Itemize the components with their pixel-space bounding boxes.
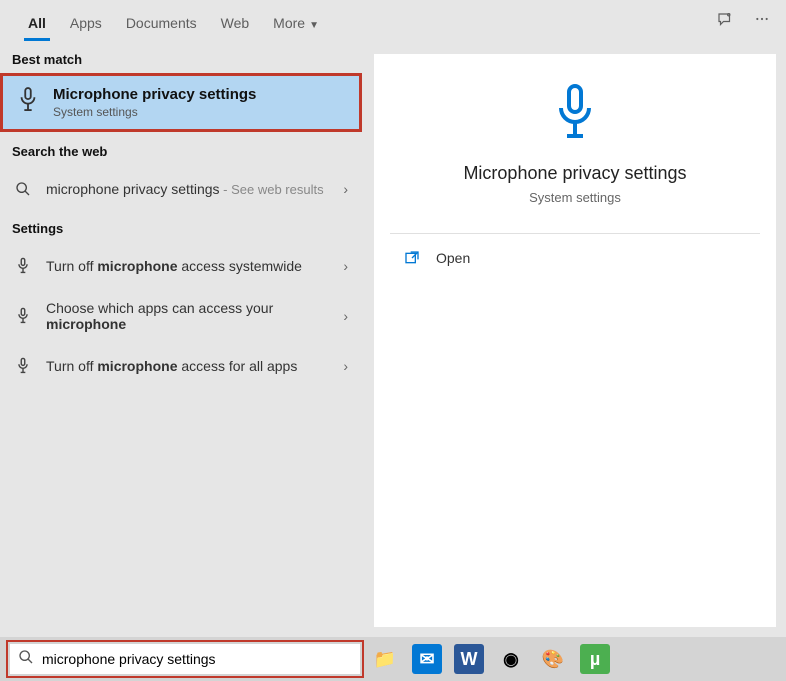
microphone-icon (551, 84, 599, 149)
preview-panel: Microphone privacy settings System setti… (374, 54, 776, 627)
file-explorer-icon[interactable]: 📁 (370, 644, 400, 674)
best-match-subtitle: System settings (53, 105, 256, 119)
settings-result-0[interactable]: Turn off microphone access systemwide › (0, 242, 362, 290)
microphone-icon (14, 307, 32, 325)
section-label-settings: Settings (0, 213, 362, 242)
paint-icon[interactable]: 🎨 (538, 644, 568, 674)
search-input[interactable] (42, 651, 352, 667)
chevron-right-icon: › (343, 308, 348, 324)
chevron-right-icon: › (343, 181, 348, 197)
web-search-result[interactable]: microphone privacy settings - See web re… (0, 165, 362, 213)
taskbar-app-icons: 📁 ✉ W ◉ 🎨 µ (370, 644, 610, 674)
taskbar: 📁 ✉ W ◉ 🎨 µ (0, 637, 786, 681)
open-icon (404, 250, 422, 266)
taskbar-search-box[interactable] (10, 644, 360, 674)
feedback-icon[interactable] (716, 11, 734, 34)
best-match-title: Microphone privacy settings (53, 86, 256, 103)
tab-documents[interactable]: Documents (114, 3, 209, 41)
settings-result-1[interactable]: Choose which apps can access your microp… (0, 290, 362, 342)
mail-icon[interactable]: ✉ (412, 644, 442, 674)
tab-apps[interactable]: Apps (58, 3, 114, 41)
search-filter-tabs: All Apps Documents Web More▼ (0, 0, 786, 44)
microphone-icon (14, 357, 32, 375)
open-label: Open (436, 250, 470, 266)
chevron-right-icon: › (343, 258, 348, 274)
chevron-right-icon: › (343, 358, 348, 374)
search-icon (18, 649, 34, 670)
tab-more[interactable]: More▼ (261, 3, 331, 41)
open-action[interactable]: Open (374, 234, 776, 282)
settings-result-2[interactable]: Turn off microphone access for all apps … (0, 342, 362, 390)
more-options-icon[interactable] (754, 11, 770, 34)
best-match-result[interactable]: Microphone privacy settings System setti… (0, 73, 362, 132)
search-box-highlight (6, 640, 364, 678)
word-icon[interactable]: W (454, 644, 484, 674)
tab-all[interactable]: All (16, 3, 58, 41)
tab-web[interactable]: Web (209, 3, 262, 41)
preview-title: Microphone privacy settings (463, 163, 686, 184)
utorrent-icon[interactable]: µ (580, 644, 610, 674)
section-label-best-match: Best match (0, 44, 362, 73)
chevron-down-icon: ▼ (309, 20, 319, 31)
preview-subtitle: System settings (529, 190, 621, 205)
microphone-icon (14, 257, 32, 275)
microphone-icon (17, 86, 39, 119)
search-icon (14, 181, 32, 197)
section-label-search-web: Search the web (0, 136, 362, 165)
chrome-icon[interactable]: ◉ (496, 644, 526, 674)
results-panel: Best match Microphone privacy settings S… (0, 44, 362, 637)
